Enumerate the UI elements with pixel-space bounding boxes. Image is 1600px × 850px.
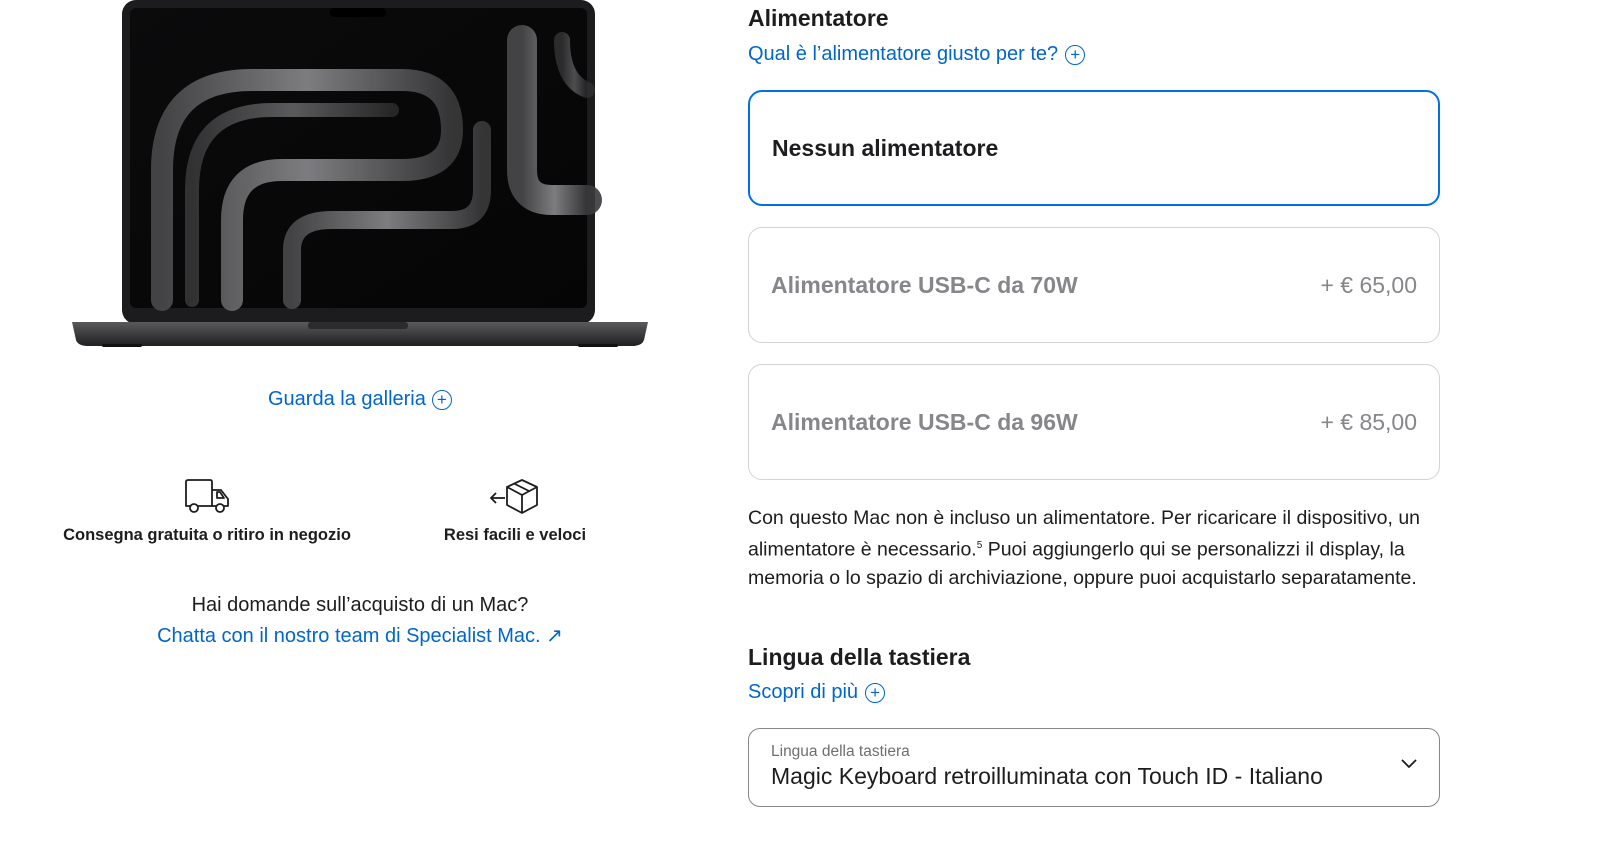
plus-circle-icon: + — [431, 389, 452, 410]
return-box-icon — [490, 479, 538, 514]
chat-specialist-link[interactable]: Chatta con il nostro team di Specialist … — [90, 623, 630, 648]
power-adapter-note: Con questo Mac non è incluso un alimenta… — [748, 504, 1448, 592]
power-help-link[interactable]: Qual è l’alimentatore giusto per te? + — [748, 43, 1086, 66]
feature-returns: Resi facili e veloci — [420, 478, 610, 545]
keyboard-help-link[interactable]: Scopri di più + — [748, 681, 886, 704]
feature-delivery: Consegna gratuita o ritiro in negozio — [52, 478, 362, 545]
option-adapter-96w[interactable]: Alimentatore USB-C da 96W + € 85,00 — [748, 364, 1440, 480]
power-help-label: Qual è l’alimentatore giusto per te? — [748, 43, 1059, 65]
option-price: + € 65,00 — [1320, 271, 1417, 298]
select-label: Lingua della tastiera — [771, 743, 910, 760]
gallery-link-label: Guarda la galleria — [268, 388, 426, 410]
keyboard-help-label: Scopri di più — [748, 681, 859, 703]
delivery-label: Consegna gratuita o ritiro in negozio — [63, 526, 351, 544]
plus-circle-icon: + — [865, 682, 886, 703]
chevron-down-icon — [1401, 759, 1417, 768]
select-value: Magic Keyboard retroilluminata con Touch… — [771, 763, 1323, 789]
option-name: Alimentatore USB-C da 70W — [771, 271, 1078, 298]
purchase-question: Hai domande sull’acquisto di un Mac? — [191, 594, 529, 616]
option-price: + € 85,00 — [1320, 408, 1417, 435]
keyboard-language-select[interactable]: Lingua della tastiera Magic Keyboard ret… — [748, 728, 1440, 807]
option-name: Nessun alimentatore — [772, 134, 999, 161]
option-name: Alimentatore USB-C da 96W — [771, 408, 1078, 435]
option-no-adapter[interactable]: Nessun alimentatore — [748, 90, 1440, 206]
option-adapter-70w[interactable]: Alimentatore USB-C da 70W + € 65,00 — [748, 227, 1440, 343]
power-adapter-title: Alimentatore — [748, 5, 889, 31]
delivery-truck-icon — [185, 479, 229, 513]
view-gallery-link[interactable]: Guarda la galleria + — [268, 388, 452, 411]
plus-circle-icon: + — [1065, 44, 1086, 65]
product-image-macbook — [72, 0, 648, 355]
returns-label: Resi facili e veloci — [443, 526, 587, 544]
keyboard-language-title: Lingua della tastiera — [748, 644, 971, 670]
